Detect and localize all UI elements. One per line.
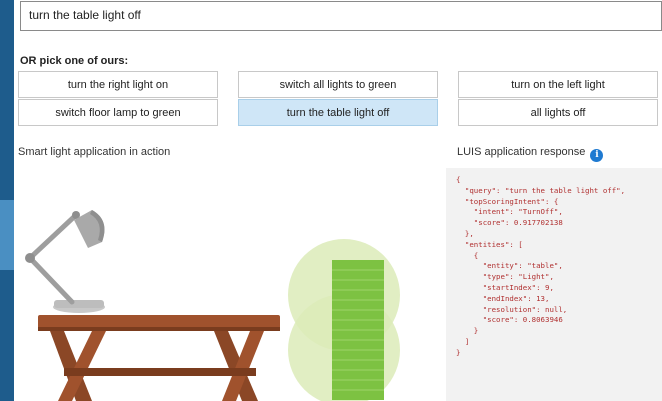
pick-title: OR pick one of ours: xyxy=(20,55,129,67)
example-button-all-lights-off[interactable]: all lights off xyxy=(458,99,658,126)
response-label: LUIS application response xyxy=(457,146,586,158)
table-lamp-icon xyxy=(25,210,105,313)
table-icon xyxy=(38,315,280,401)
floor-lamp-icon xyxy=(288,239,400,401)
example-button-all-lights-green[interactable]: switch all lights to green xyxy=(238,71,438,98)
smart-light-scene xyxy=(25,210,400,401)
json-response-text: { "query": "turn the table light off", "… xyxy=(456,175,626,357)
info-icon[interactable]: i xyxy=(590,148,604,162)
json-response-panel: { "query": "turn the table light off", "… xyxy=(446,168,662,401)
example-button-table-light-off[interactable]: turn the table light off xyxy=(238,99,438,126)
example-button-floor-lamp-green[interactable]: switch floor lamp to green xyxy=(18,99,218,126)
luis-demo-panel: turn the table light off OR pick one of … xyxy=(14,0,662,401)
desktop-background-stripe xyxy=(0,200,14,270)
query-input[interactable]: turn the table light off xyxy=(20,1,662,31)
example-button-left-light-on[interactable]: turn on the left light xyxy=(458,71,658,98)
scene-label: Smart light application in action xyxy=(18,146,171,158)
example-button-right-light-on[interactable]: turn the right light on xyxy=(18,71,218,98)
response-label-row: LUIS application response i xyxy=(457,146,604,162)
